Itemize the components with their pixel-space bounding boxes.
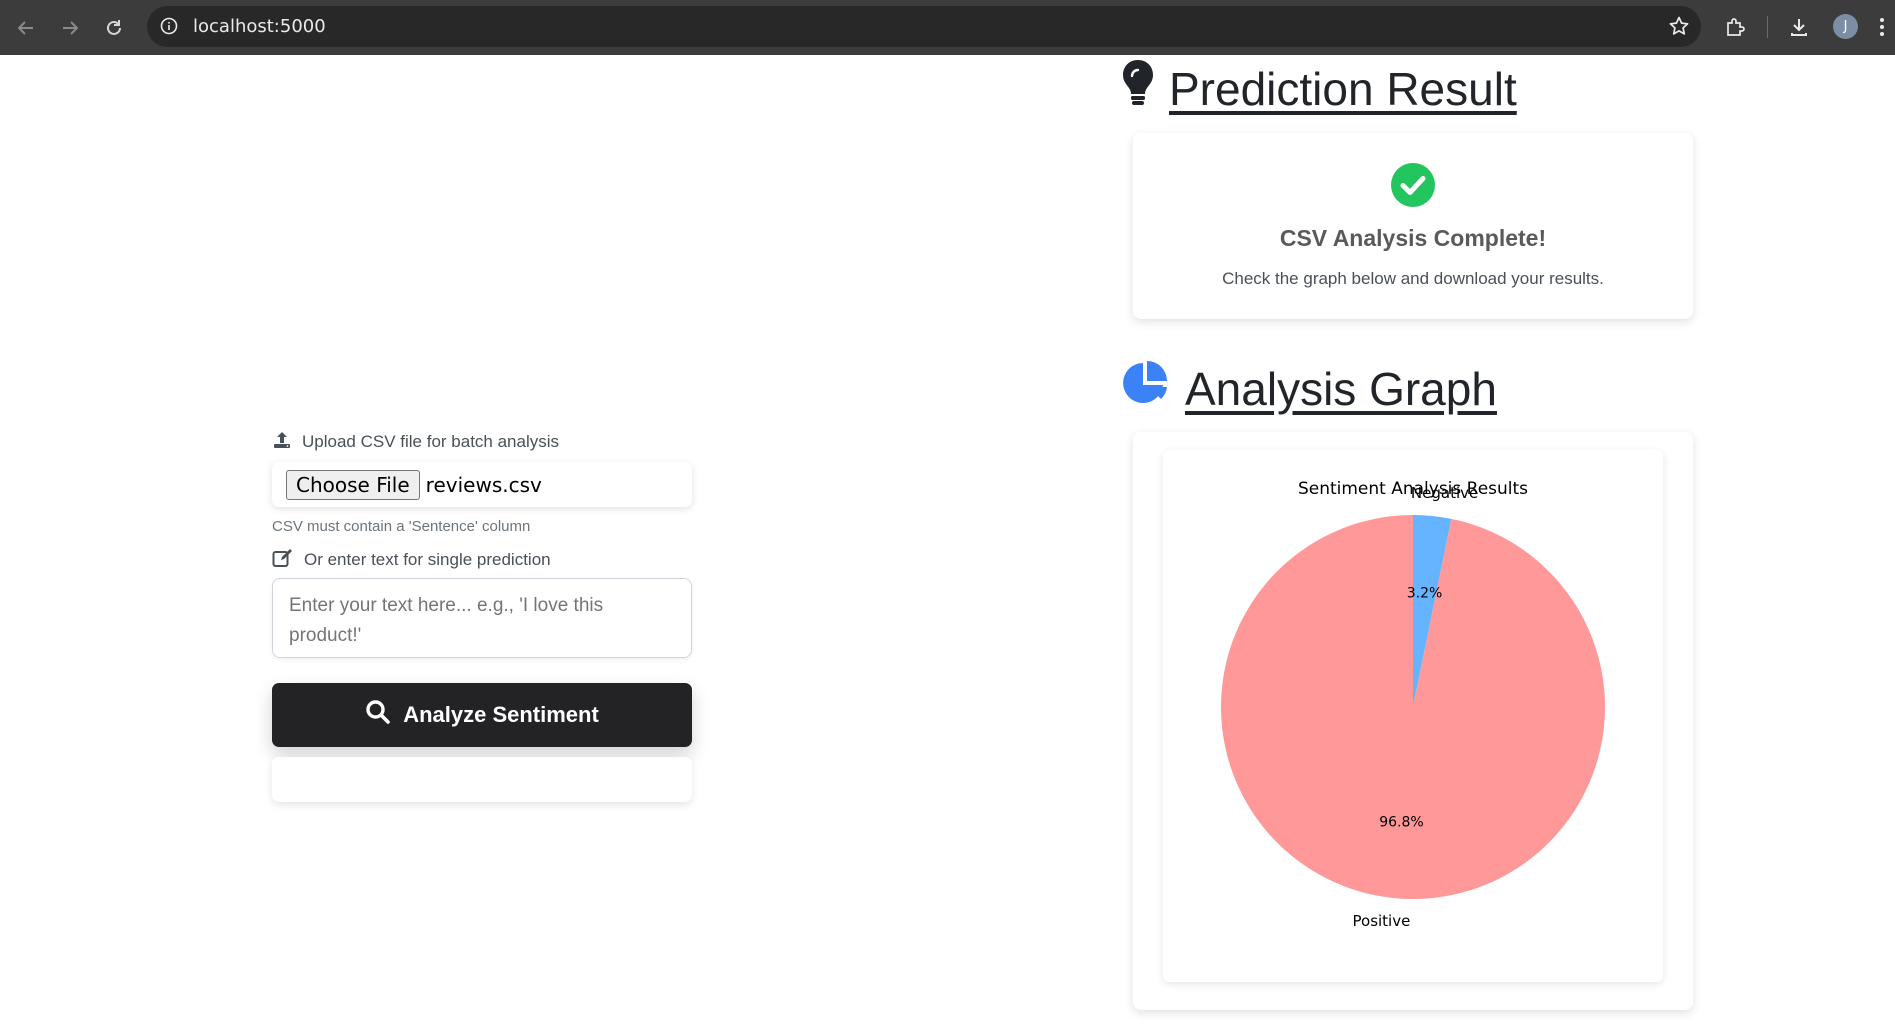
sentence-textarea[interactable] <box>272 578 692 658</box>
sentiment-form: Upload CSV file for batch analysis Choos… <box>272 430 692 802</box>
analyze-button-label: Analyze Sentiment <box>403 702 599 727</box>
url-text[interactable]: localhost:5000 <box>193 6 326 47</box>
address-bar[interactable]: localhost:5000 <box>147 6 1701 47</box>
csv-complete-heading: CSV Analysis Complete! <box>1279 225 1547 251</box>
file-input[interactable]: Choose File reviews.csv <box>272 462 692 507</box>
pie-value-positive: 96.8% <box>1379 815 1423 831</box>
csv-help-text: CSV must contain a 'Sentence' column <box>272 518 531 535</box>
browser-toolbar: localhost:5000 J <box>0 0 1895 55</box>
pie-value-negative: 3.2% <box>1407 585 1443 601</box>
kebab-menu-icon[interactable] <box>1872 10 1892 44</box>
lightbulb-icon <box>1121 58 1155 119</box>
chart-image: Sentiment Analysis Results Negative 3.2% P… <box>1163 450 1663 982</box>
single-result-card <box>272 757 692 802</box>
analysis-graph-title: Analysis Graph <box>1185 362 1497 415</box>
prediction-result-heading: Prediction Result <box>1121 58 1517 119</box>
upload-label-text: Upload CSV file for batch analysis <box>302 432 560 451</box>
prediction-result-title: Prediction Result <box>1169 62 1517 115</box>
search-icon <box>365 699 391 731</box>
site-info-icon[interactable] <box>157 14 181 38</box>
profile-avatar[interactable]: J <box>1833 14 1858 39</box>
csv-complete-message: Check the graph below and download your … <box>1222 269 1604 288</box>
bookmark-star-icon[interactable] <box>1667 14 1691 38</box>
edit-icon <box>272 548 294 573</box>
selected-file-name: reviews.csv <box>425 472 542 497</box>
extensions-icon[interactable] <box>1718 10 1752 44</box>
text-label-text: Or enter text for single prediction <box>304 550 551 569</box>
pie-chart-icon <box>1121 359 1171 418</box>
upload-icon <box>272 430 292 455</box>
check-circle-icon <box>1391 163 1435 207</box>
graph-card: Sentiment Analysis Results Negative 3.2% P… <box>1133 432 1693 1010</box>
csv-result-card: CSV Analysis Complete! Check the graph b… <box>1133 133 1693 319</box>
upload-label: Upload CSV file for batch analysis <box>272 430 692 454</box>
pie-label-positive: Positive <box>1353 912 1411 930</box>
choose-file-button[interactable]: Choose File <box>286 469 420 500</box>
analyze-sentiment-button[interactable]: Analyze Sentiment <box>272 683 692 747</box>
sentiment-pie-chart: Sentiment Analysis Results Negative3.2%P… <box>1221 479 1605 930</box>
pie-slice-positive <box>1221 515 1605 900</box>
analysis-graph-heading: Analysis Graph <box>1121 359 1497 418</box>
toolbar-divider <box>1767 16 1768 38</box>
pie-label-negative: Negative <box>1411 484 1478 502</box>
forward-icon[interactable] <box>52 10 88 46</box>
back-icon[interactable] <box>8 10 44 46</box>
text-input-label: Or enter text for single prediction <box>272 548 692 572</box>
reload-icon[interactable] <box>96 10 132 46</box>
download-icon[interactable] <box>1782 10 1816 44</box>
